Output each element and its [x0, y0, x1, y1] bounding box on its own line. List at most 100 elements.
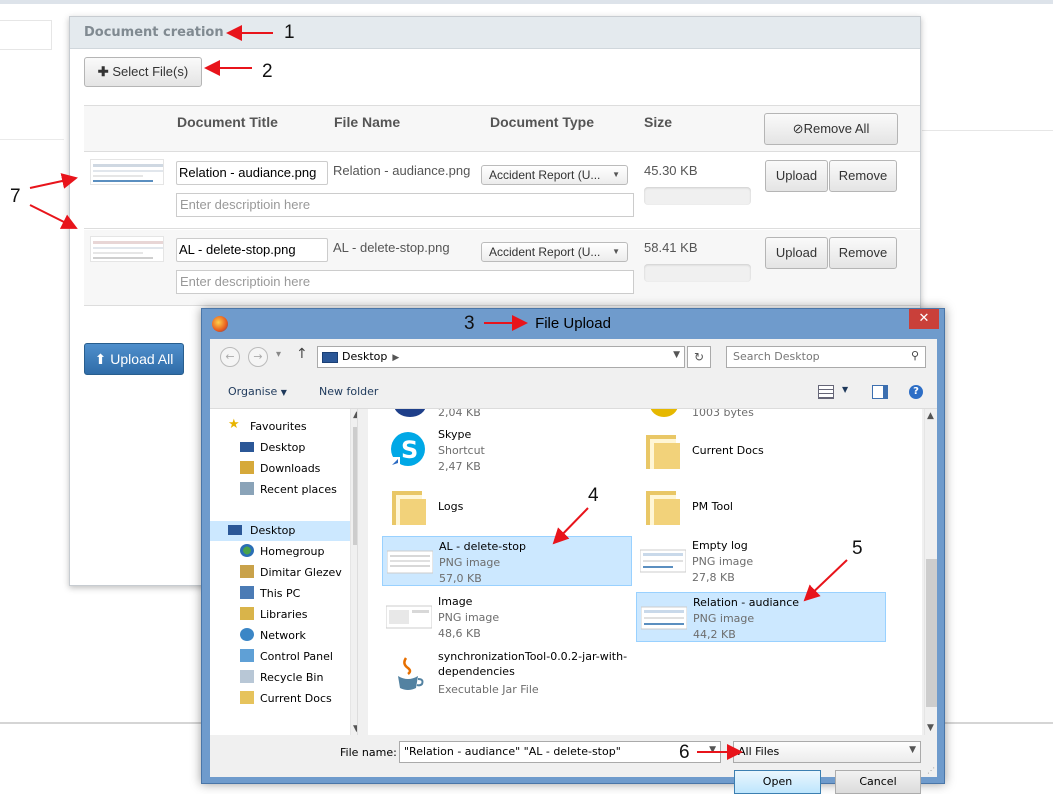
file-type: Executable Jar File [438, 683, 539, 696]
description-input[interactable]: Enter descriptioin here [176, 270, 634, 294]
new-folder-button[interactable]: New folder [319, 385, 378, 398]
scroll-down-icon[interactable]: ▼ [927, 723, 934, 733]
document-title-input[interactable]: Relation - audiance.png [176, 161, 328, 185]
file-size: 2,04 KB [438, 409, 481, 419]
forward-arrow-icon[interactable]: → [248, 347, 268, 367]
file-name: synchronizationTool-0.0.2-jar-with-depen… [438, 650, 628, 678]
file-name: Empty log [692, 539, 748, 552]
address-bar[interactable]: Desktop ▶ ▼ [317, 346, 685, 368]
recent-locations-chevron-icon[interactable]: ▾ [276, 349, 281, 360]
file-item-pm-tool[interactable]: PM Tool [636, 481, 886, 531]
scrollbar-thumb[interactable] [353, 427, 357, 545]
nav-scrollbar[interactable]: ▲ ▼ [350, 409, 357, 735]
network-icon [240, 628, 254, 641]
ban-icon: ⊘ [792, 121, 804, 136]
nav-item-homegroup[interactable]: Homegroup [210, 542, 350, 562]
chevron-down-icon: ▼ [909, 745, 916, 755]
breadcrumb-chevron-icon[interactable]: ▶ [392, 353, 399, 363]
document-title-input[interactable]: AL - delete-stop.png [176, 238, 328, 262]
nav-item-desktop-root[interactable]: Desktop [210, 521, 350, 541]
table-row: AL - delete-stop.png AL - delete-stop.pn… [84, 230, 920, 306]
remove-button[interactable]: Remove [829, 160, 897, 192]
folder-icon [640, 429, 686, 471]
upload-all-button[interactable]: ⬆ Upload All [84, 343, 184, 375]
file-list-scrollbar[interactable]: ▲ ▼ [924, 409, 937, 735]
view-options-icon[interactable] [818, 385, 834, 399]
file-name-input[interactable]: "Relation - audiance" "AL - delete-stop"… [399, 741, 721, 763]
chevron-down-icon[interactable]: ▼ [709, 745, 716, 755]
annotation-5: 5 [852, 538, 863, 559]
chevron-down-icon[interactable]: ▼ [673, 350, 680, 360]
scroll-up-icon[interactable]: ▲ [927, 411, 934, 421]
file-size: 2,47 KB [438, 460, 481, 473]
file-item[interactable]: 2,04 KB [382, 409, 632, 421]
upload-button[interactable]: Upload [765, 237, 828, 269]
nav-label: Dimitar Glezev [260, 566, 342, 579]
file-type-filter[interactable]: All Files ▼ [733, 741, 921, 763]
nav-item-libraries[interactable]: Libraries [210, 605, 350, 625]
back-arrow-icon[interactable]: ← [220, 347, 240, 367]
nav-label: This PC [260, 587, 301, 600]
upload-button[interactable]: Upload [765, 160, 828, 192]
folder-icon [640, 485, 686, 527]
organise-menu[interactable]: Organise ▼ [228, 385, 287, 398]
scroll-down-icon[interactable]: ▼ [353, 724, 357, 734]
up-arrow-icon[interactable]: ↑ [296, 346, 308, 362]
filter-value: All Files [738, 745, 780, 758]
chevron-down-icon: ▼ [280, 388, 287, 397]
search-input[interactable]: Search Desktop ⚲ [726, 346, 926, 368]
file-name: AL - delete-stop [439, 540, 526, 553]
nav-item-this-pc[interactable]: This PC [210, 584, 350, 604]
annotation-1: 1 [284, 22, 295, 43]
file-item-empty-log[interactable]: Empty log PNG image 27,8 KB [636, 536, 886, 586]
chevron-down-icon[interactable]: ▼ [842, 385, 848, 394]
file-item[interactable]: 1003 bytes [636, 409, 886, 421]
nav-item-favourites[interactable]: ★ Favourites [210, 417, 350, 437]
description-input[interactable]: Enter descriptioin here [176, 193, 634, 217]
navigation-pane: ★ Favourites Desktop Downloads Recent pla… [210, 409, 358, 735]
user-folder-icon [240, 565, 254, 578]
resize-grip-icon[interactable]: ⋰ [927, 766, 935, 775]
close-button[interactable]: ✕ [909, 309, 939, 329]
nav-item-recent-places[interactable]: Recent places [210, 480, 350, 500]
background-box [0, 20, 52, 50]
file-item-skype[interactable]: S Skype Shortcut 2,47 KB [382, 425, 632, 475]
libraries-icon [240, 607, 254, 620]
nav-item-desktop[interactable]: Desktop [210, 438, 350, 458]
chevron-down-icon: ▼ [612, 170, 620, 179]
nav-item-control-panel[interactable]: Control Panel [210, 647, 350, 667]
annotation-3: 3 [464, 313, 475, 334]
nav-label: Network [260, 629, 306, 642]
file-size: 44,2 KB [693, 628, 736, 641]
file-list: 2,04 KB 1003 bytes S Skype Shortcut 2,47… [368, 409, 922, 735]
nav-item-downloads[interactable]: Downloads [210, 459, 350, 479]
scroll-up-icon[interactable]: ▲ [353, 410, 357, 420]
table-row: Relation - audiance.png Relation - audia… [84, 153, 920, 229]
file-item-relation-audiance[interactable]: Relation - audiance PNG image 44,2 KB [636, 592, 886, 642]
nav-label: Desktop [250, 524, 296, 537]
select-files-button[interactable]: ✚ Select File(s) [84, 57, 202, 87]
remove-all-button[interactable]: ⊘Remove All [764, 113, 898, 145]
preview-pane-icon[interactable] [872, 385, 888, 399]
file-item-image[interactable]: Image PNG image 48,6 KB [382, 592, 632, 642]
remove-button[interactable]: Remove [829, 237, 897, 269]
cancel-button[interactable]: Cancel [835, 770, 921, 794]
nav-item-user[interactable]: Dimitar Glezev [210, 563, 350, 583]
file-item-synchronization-tool[interactable]: synchronizationTool-0.0.2-jar-with-depen… [382, 648, 632, 698]
nav-item-current-docs[interactable]: Current Docs [210, 689, 350, 709]
open-button[interactable]: Open [734, 770, 821, 794]
help-icon[interactable]: ? [909, 385, 923, 399]
document-type-select[interactable]: Accident Report (U... ▼ [481, 165, 628, 185]
scrollbar-thumb[interactable] [926, 559, 937, 707]
nav-item-network[interactable]: Network [210, 626, 350, 646]
dialog-titlebar[interactable]: File Upload ✕ [202, 309, 944, 339]
nav-label: Recycle Bin [260, 671, 324, 684]
nav-item-recycle-bin[interactable]: Recycle Bin [210, 668, 350, 688]
background-strip [0, 60, 64, 140]
document-type-select[interactable]: Accident Report (U... ▼ [481, 242, 628, 262]
nav-label: Homegroup [260, 545, 325, 558]
file-item-al-delete-stop[interactable]: AL - delete-stop PNG image 57,0 KB [382, 536, 632, 586]
file-item-current-docs[interactable]: Current Docs [636, 425, 886, 475]
refresh-button[interactable]: ↻ [687, 346, 711, 368]
top-border [0, 0, 1053, 4]
